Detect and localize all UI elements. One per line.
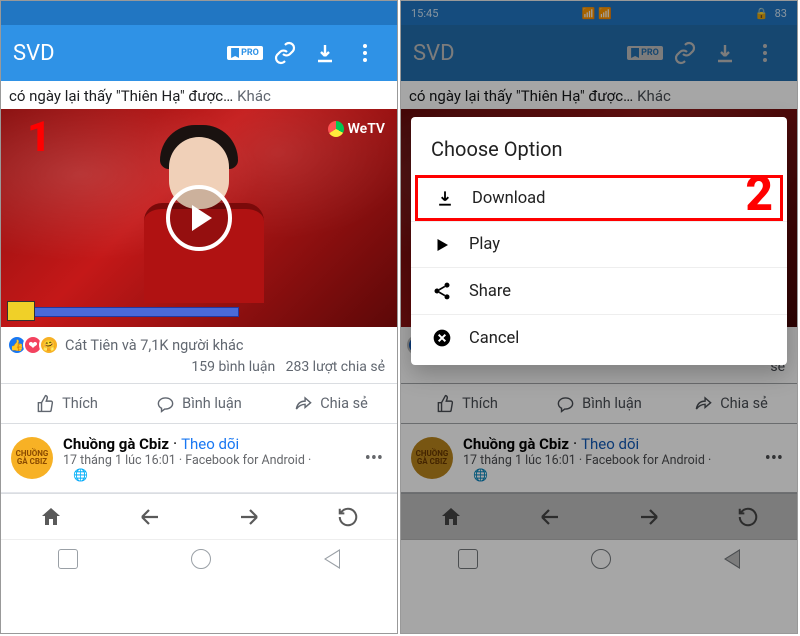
browser-nav: [1, 493, 397, 539]
caption-more[interactable]: Khác: [237, 87, 271, 105]
option-download[interactable]: Download: [415, 175, 783, 221]
play-icon[interactable]: [166, 185, 232, 251]
globe-icon: 🌐: [63, 468, 351, 482]
link-icon[interactable]: [265, 33, 305, 73]
status-bar: [1, 1, 397, 25]
recents-button[interactable]: [58, 549, 78, 569]
annotation-step-1: 1: [27, 113, 51, 162]
home-button[interactable]: [191, 549, 211, 569]
pro-badge[interactable]: PRO: [225, 33, 265, 73]
overflow-menu-icon[interactable]: [345, 33, 385, 73]
watermark: WeTV: [328, 121, 385, 137]
action-bar: Thích Bình luận Chia sẻ: [1, 383, 397, 424]
post-time: 17 tháng 1 lúc 16:01 · Facebook for Andr…: [63, 453, 351, 468]
download-icon: [434, 188, 456, 208]
reload-icon[interactable]: [298, 494, 397, 539]
share-button[interactable]: Chia sẻ: [265, 384, 397, 423]
play-icon: [431, 236, 453, 254]
comment-button[interactable]: Bình luận: [133, 384, 265, 423]
post-menu-icon[interactable]: •••: [361, 448, 387, 469]
download-icon[interactable]: [305, 33, 345, 73]
android-nav-bar: [1, 539, 397, 577]
reaction-icons: 👍 ❤ 🤗: [11, 335, 59, 355]
forward-icon[interactable]: [199, 494, 298, 539]
choose-option-dialog: Choose Option Download Play Share Cancel: [411, 117, 787, 365]
option-share[interactable]: Share: [411, 267, 787, 314]
reactions-row[interactable]: 👍 ❤ 🤗 Cát Tiên và 7,1K người khác: [1, 327, 397, 359]
avatar[interactable]: CHUỒNG GÀ CBIZ: [11, 437, 53, 479]
screenshot-step-1: SVD PRO có ngày lại thấy "Thiên Hạ" được…: [0, 0, 398, 634]
option-play[interactable]: Play: [411, 221, 787, 267]
back-button[interactable]: [324, 549, 340, 569]
screenshot-step-2: 15:45 📶 📶 🔒83 SVD PRO có ngày lại thấy "…: [400, 0, 798, 634]
video-thumbnail[interactable]: WeTV: [1, 109, 397, 327]
post-meta[interactable]: 159 bình luận 283 lượt chia sẻ: [1, 359, 397, 383]
option-cancel[interactable]: Cancel: [411, 314, 787, 361]
like-button[interactable]: Thích: [1, 384, 133, 423]
back-icon[interactable]: [100, 494, 199, 539]
app-bar: SVD PRO: [1, 25, 397, 81]
follow-link[interactable]: Theo dõi: [181, 435, 239, 453]
cancel-icon: [431, 328, 453, 348]
dialog-title: Choose Option: [411, 133, 787, 175]
home-icon[interactable]: [1, 494, 100, 539]
app-title: SVD: [13, 41, 225, 66]
post-caption: có ngày lại thấy "Thiên Hạ" được… Khác: [1, 81, 397, 109]
page-name[interactable]: Chuồng gà Cbiz: [63, 435, 169, 453]
care-icon: 🤗: [39, 335, 59, 355]
share-icon: [431, 281, 453, 301]
annotation-step-2: 2: [745, 165, 773, 222]
next-post-header[interactable]: CHUỒNG GÀ CBIZ Chuồng gà Cbiz · Theo dõi…: [1, 424, 397, 493]
